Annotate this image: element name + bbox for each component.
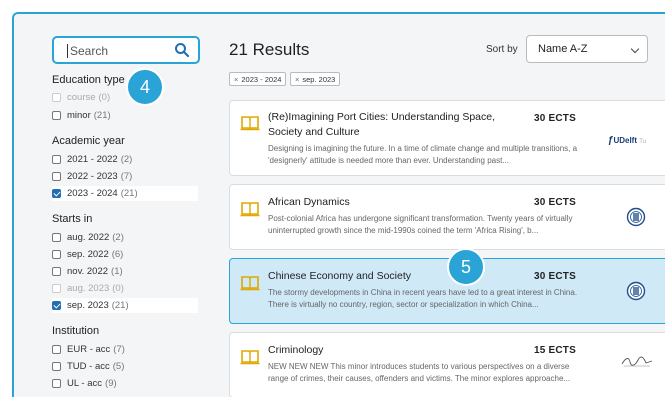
checkbox[interactable]	[52, 93, 61, 102]
option-count: (1)	[111, 266, 123, 277]
filter-option-course[interactable]: course (0)	[52, 90, 110, 105]
card-description: NEW NEW NEW This minor introduces studen…	[268, 362, 571, 383]
chip-label: 2023 - 2024	[241, 75, 282, 84]
option-count: (9)	[105, 378, 117, 389]
book-icon	[240, 202, 260, 217]
option-label: 2023 - 2024	[67, 188, 118, 199]
annotation-badge: 4	[126, 68, 164, 106]
checkbox[interactable]	[52, 379, 61, 388]
book-icon	[240, 276, 260, 291]
card-description: Designing is imagining the future. In a …	[268, 144, 578, 165]
card-title[interactable]: Criminology	[268, 343, 508, 358]
active-filter-chip[interactable]: × sep. 2023	[290, 72, 341, 86]
option-count: (21)	[120, 188, 138, 199]
checkbox-checked[interactable]	[52, 189, 61, 198]
filter-title-starts-in: Starts in	[52, 213, 93, 225]
option-count: (7)	[120, 171, 133, 182]
option-label: minor	[67, 110, 91, 121]
filter-option-2023-2024[interactable]: 2023 - 2024 (21)	[52, 186, 198, 201]
sort-select-value: Name A-Z	[538, 43, 588, 55]
filter-option-sep-2022[interactable]: sep. 2022 (6)	[52, 247, 123, 262]
option-label: sep. 2022	[67, 249, 109, 260]
card-title[interactable]: (Re)Imagining Port Cities: Understanding…	[268, 110, 508, 140]
filter-title-education-type: Education type	[52, 74, 125, 86]
option-count: (7)	[113, 344, 125, 355]
chevron-down-icon	[630, 44, 640, 54]
checkbox[interactable]	[52, 362, 61, 371]
university-seal-logo	[626, 281, 646, 301]
checkbox-checked[interactable]	[52, 301, 61, 310]
filter-title-academic-year: Academic year	[52, 135, 125, 147]
book-icon	[240, 350, 260, 365]
checkbox[interactable]	[52, 267, 61, 276]
remove-chip-icon[interactable]: ×	[295, 75, 299, 84]
option-label: sep. 2023	[67, 300, 109, 311]
signature-logo	[621, 356, 653, 367]
ects-value: 30 ECTS	[534, 113, 576, 124]
checkbox[interactable]	[52, 111, 61, 120]
search-box[interactable]	[52, 36, 200, 64]
filter-option-tud-acc[interactable]: TUD - acc (5)	[52, 359, 124, 374]
option-count: (5)	[112, 361, 125, 372]
checkbox[interactable]	[52, 250, 61, 259]
filter-option-2021-2022[interactable]: 2021 - 2022 (2)	[52, 152, 132, 167]
option-label: aug. 2022	[67, 232, 110, 243]
option-label: EUR - acc	[67, 344, 111, 355]
option-label: aug. 2023	[67, 283, 110, 294]
text-cursor	[67, 44, 68, 58]
option-label: 2022 - 2023	[67, 171, 118, 182]
card-description: The stormy developments in China in rece…	[268, 288, 578, 309]
option-count: (2)	[112, 232, 124, 243]
result-card[interactable]: African Dynamics 30 ECTS Post-colonial A…	[229, 184, 665, 250]
remove-chip-icon[interactable]: ×	[234, 75, 238, 84]
search-icon[interactable]	[174, 42, 190, 58]
checkbox[interactable]	[52, 172, 61, 181]
filter-option-2022-2023[interactable]: 2022 - 2023 (7)	[52, 169, 132, 184]
checkbox[interactable]	[52, 284, 61, 293]
chip-label: sep. 2023	[302, 75, 336, 84]
active-filter-chip[interactable]: × 2023 - 2024	[229, 72, 287, 86]
option-count: (6)	[111, 249, 124, 260]
option-count: (21)	[111, 300, 129, 311]
filter-sidebar: Education type course (0) minor (21) Aca…	[14, 14, 214, 397]
option-count: (0)	[98, 92, 111, 103]
filter-option-aug-2022[interactable]: aug. 2022 (2)	[52, 230, 124, 245]
tudelft-logo: ƒUDelft Tu	[607, 135, 646, 146]
search-input[interactable]	[70, 43, 170, 59]
filter-option-eur-acc[interactable]: EUR - acc (7)	[52, 342, 125, 357]
result-card[interactable]: (Re)Imagining Port Cities: Understanding…	[229, 100, 665, 176]
filter-option-sep-2023[interactable]: sep. 2023 (21)	[52, 298, 198, 313]
option-count: (21)	[93, 110, 111, 121]
annotation-badge: 5	[447, 248, 485, 286]
filter-title-institution: Institution	[52, 325, 100, 337]
option-label: TUD - acc	[67, 361, 110, 372]
results-count-title: 21 Results	[229, 40, 310, 59]
university-seal-logo	[626, 207, 646, 227]
filter-option-nov-2022[interactable]: nov. 2022 (1)	[52, 264, 123, 279]
app-window: Education type course (0) minor (21) Aca…	[12, 12, 665, 397]
ects-value: 15 ECTS	[534, 345, 576, 356]
checkbox[interactable]	[52, 345, 61, 354]
option-count: (2)	[120, 154, 133, 165]
result-card[interactable]: Criminology 15 ECTS NEW NEW NEW This min…	[229, 332, 665, 397]
ects-value: 30 ECTS	[534, 271, 576, 282]
option-label: nov. 2022	[67, 266, 109, 277]
option-label: UL - acc	[67, 378, 103, 389]
checkbox[interactable]	[52, 155, 61, 164]
card-description: Post-colonial Africa has undergone signi…	[268, 214, 573, 235]
filter-option-aug-2023[interactable]: aug. 2023 (0)	[52, 281, 124, 296]
checkbox[interactable]	[52, 233, 61, 242]
sort-by-label: Sort by	[486, 44, 518, 55]
filter-option-minor[interactable]: minor (21)	[52, 108, 111, 123]
sort-select[interactable]: Name A-Z	[526, 35, 648, 63]
ects-value: 30 ECTS	[534, 197, 576, 208]
option-label: 2021 - 2022	[67, 154, 118, 165]
option-count: (0)	[112, 283, 124, 294]
option-label: course	[67, 92, 96, 103]
filter-option-ul-acc[interactable]: UL - acc (9)	[52, 376, 117, 391]
book-icon	[240, 116, 260, 131]
card-title[interactable]: African Dynamics	[268, 195, 508, 210]
